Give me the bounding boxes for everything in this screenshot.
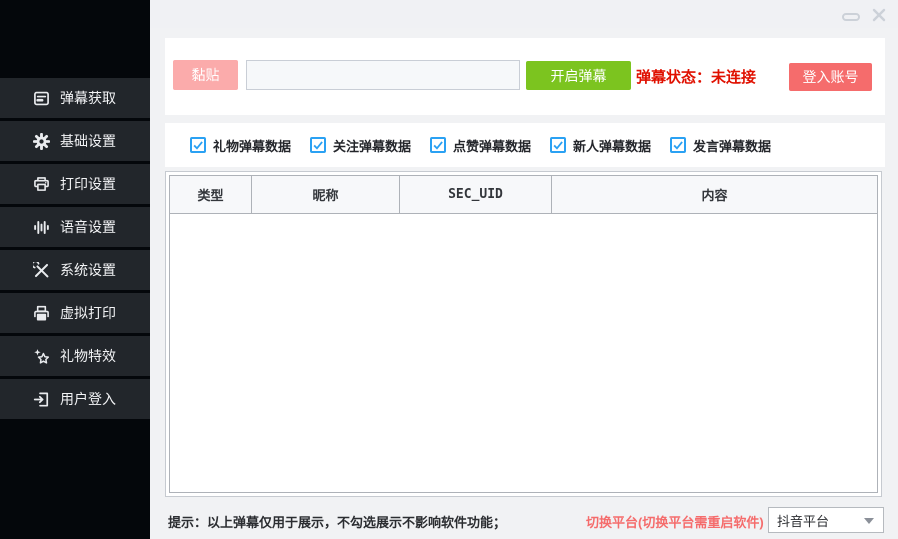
sidebar-item-danmaku-fetch[interactable]: 弹幕获取 [0,78,150,118]
filters-panel: 礼物弹幕数据 关注弹幕数据 点赞弹幕数据 新人弹幕数据 发言弹幕数据 [165,123,885,167]
sidebar-item-gift-effects[interactable]: 礼物特效 [0,336,150,376]
column-header-content: 内容 [552,176,877,213]
filter-label: 发言弹幕数据 [693,136,771,155]
footer-tip: 提示：以上弹幕仅用于展示，不勾选展示不影响软件功能； [168,512,506,531]
platform-dropdown[interactable]: 抖音平台 [768,507,884,533]
column-header-nickname: 昵称 [252,176,400,213]
sidebar-item-label: 虚拟打印 [60,303,116,323]
filter-label: 关注弹幕数据 [333,136,411,155]
chevron-down-icon [864,518,874,524]
sidebar-item-print-settings[interactable]: 打印设置 [0,164,150,204]
danmaku-table: 类型 昵称 SEC_UID 内容 [165,171,882,497]
checkbox-icon[interactable] [670,137,686,153]
sidebar: 弹幕获取 基础设置 打印设置 [0,0,150,539]
login-account-button[interactable]: 登入账号 [789,63,872,91]
danmaku-list-icon [33,90,50,107]
filter-label: 礼物弹幕数据 [213,136,291,155]
toolbar-panel: 黏贴 开启弹幕 弹幕状态：未连接 登入账号 [165,38,885,115]
checkbox-icon[interactable] [430,137,446,153]
filter-like-danmaku[interactable]: 点赞弹幕数据 [430,136,550,155]
filter-label: 新人弹幕数据 [573,136,651,155]
sidebar-item-label: 弹幕获取 [60,88,116,108]
room-url-input[interactable] [246,60,520,90]
gear-icon [33,133,50,150]
titlebar [150,0,898,28]
status-label: 弹幕状态： [636,69,711,86]
filter-gift-danmaku[interactable]: 礼物弹幕数据 [190,136,310,155]
sidebar-item-user-login[interactable]: 用户登入 [0,379,150,419]
sidebar-item-label: 用户登入 [60,389,116,409]
sidebar-item-label: 礼物特效 [60,346,116,366]
paste-button[interactable]: 黏贴 [173,60,238,90]
filter-newcomer-danmaku[interactable]: 新人弹幕数据 [550,136,670,155]
tools-icon [33,262,50,279]
table-header: 类型 昵称 SEC_UID 内容 [170,176,877,214]
sidebar-item-basic-settings[interactable]: 基础设置 [0,121,150,161]
close-icon[interactable] [869,5,889,25]
login-arrow-icon [33,391,50,408]
checkbox-icon[interactable] [190,137,206,153]
printer-icon [33,176,50,193]
sidebar-item-system-settings[interactable]: 系统设置 [0,250,150,290]
column-header-sec-uid: SEC_UID [400,176,552,213]
status-value: 未连接 [711,69,756,86]
sidebar-item-voice-settings[interactable]: 语音设置 [0,207,150,247]
minimize-icon[interactable] [842,13,860,21]
column-header-type: 类型 [170,176,252,213]
filter-label: 点赞弹幕数据 [453,136,531,155]
start-danmaku-button[interactable]: 开启弹幕 [526,61,631,90]
equalizer-icon [33,219,50,236]
sidebar-item-label: 系统设置 [60,260,116,280]
filter-follow-danmaku[interactable]: 关注弹幕数据 [310,136,430,155]
checkbox-icon[interactable] [550,137,566,153]
filter-chat-danmaku[interactable]: 发言弹幕数据 [670,136,790,155]
platform-value: 抖音平台 [777,511,829,530]
virtual-printer-icon [33,305,50,322]
table-body[interactable] [170,214,877,492]
sidebar-item-label: 打印设置 [60,174,116,194]
checkbox-icon[interactable] [310,137,326,153]
sparkle-icon [33,348,50,365]
danmaku-status: 弹幕状态：未连接 [636,66,756,87]
switch-platform-link[interactable]: 切换平台(切换平台需重启软件) [586,512,764,531]
sidebar-item-label: 语音设置 [60,217,116,237]
sidebar-item-label: 基础设置 [60,131,116,151]
sidebar-item-virtual-print[interactable]: 虚拟打印 [0,293,150,333]
